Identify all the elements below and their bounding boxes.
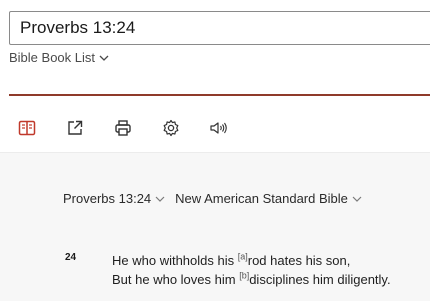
chevron-down-icon xyxy=(155,196,165,202)
chevron-down-icon xyxy=(99,55,109,61)
verse-number: 24 xyxy=(65,252,77,263)
audio-speaker-icon xyxy=(210,122,227,134)
passage-search-input[interactable]: Proverbs 13:24 xyxy=(9,11,430,45)
verse-text: But he who loves him xyxy=(112,272,240,287)
passage-content: Proverbs 13:24 New American Standard Bib… xyxy=(0,152,430,301)
verse-text: disciplines him diligently. xyxy=(249,272,391,287)
open-new-window-button[interactable] xyxy=(64,117,86,139)
passage-toolbar xyxy=(16,117,230,139)
verse-text: He who withholds his xyxy=(112,253,238,268)
search-value: Proverbs 13:24 xyxy=(20,18,136,37)
audio-button[interactable] xyxy=(208,117,230,139)
verse-line-2: But he who loves him [b]disciplines him … xyxy=(112,271,391,287)
header-divider xyxy=(9,94,430,96)
print-button[interactable] xyxy=(112,117,134,139)
footnote-link-a[interactable]: [a] xyxy=(238,252,248,262)
settings-button[interactable] xyxy=(160,117,182,139)
reference-label: Proverbs 13:24 xyxy=(63,191,152,206)
verse-text: rod hates his son, xyxy=(247,253,351,268)
settings-gear-icon xyxy=(163,119,179,137)
bible-book-list-dropdown[interactable]: Bible Book List xyxy=(9,50,109,65)
passage-selectors: Proverbs 13:24 New American Standard Bib… xyxy=(63,191,362,206)
print-icon xyxy=(115,120,131,136)
chevron-down-icon xyxy=(352,196,362,202)
version-dropdown[interactable]: New American Standard Bible xyxy=(175,191,362,206)
version-label: New American Standard Bible xyxy=(175,191,348,206)
parallel-view-button[interactable] xyxy=(16,117,38,139)
verse-line-1: He who withholds his [a]rod hates his so… xyxy=(112,252,351,268)
footnote-link-b[interactable]: [b] xyxy=(239,271,249,281)
book-list-label: Bible Book List xyxy=(9,50,95,65)
open-new-window-icon xyxy=(68,120,83,135)
reference-dropdown[interactable]: Proverbs 13:24 xyxy=(63,191,165,206)
parallel-view-icon xyxy=(18,120,36,136)
